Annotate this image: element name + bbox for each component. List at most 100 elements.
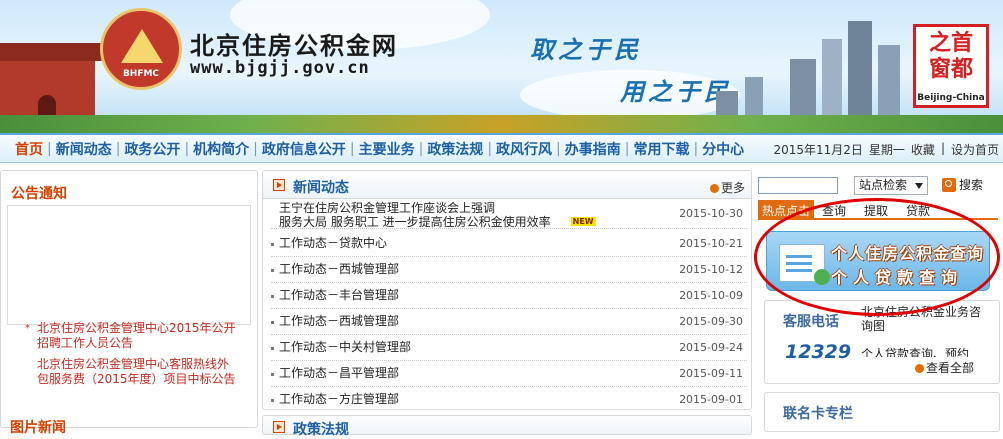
news-date: 2015-10-12 [679,263,743,276]
news-item[interactable]: 工作动态－丰台管理部 2015-10-09 [271,283,747,309]
news-item[interactable]: 工作动态－昌平管理部 2015-09-11 [271,361,747,387]
nav-right: 2015年11月2日 星期一 收藏 | 设为首页 [773,141,999,158]
tab-query[interactable]: 查询 [822,202,846,219]
building-illustration [848,21,872,121]
badge-subtitle: Beijing-China [917,93,985,103]
badge-title-2: 窗都 [928,57,973,82]
news-item[interactable]: 工作动态－贷款中心 2015-10-21 [271,231,747,257]
service-number: 12329 [785,341,852,363]
tab-hot[interactable]: 热点点击 [758,200,815,220]
notice-item[interactable]: * 北京住房公积金管理中心客服热线外包服务费（2015年度）项目中标公告 [37,357,237,395]
chevron-down-icon [915,183,923,189]
service-panel: 客服电话 12329 北京住房公积金业务咨询图 个人贷款查询、预约 查看全部 [764,300,1000,384]
bookmark-link[interactable]: 收藏 [911,141,935,158]
notice-text: 北京住房公积金管理中心2015年公开招聘工作人员公告 [37,321,236,350]
nav-item-10[interactable]: 分中心 [699,139,747,159]
bhfmc-logo: BHFMC [100,8,182,90]
news-item[interactable]: 工作动态－西城管理部 2015-10-12 [271,257,747,283]
nav-divider: | [253,140,258,157]
nav-divider: | [184,140,190,157]
nav-item-7[interactable]: 政风行风 [493,139,555,159]
cobrand-card-title: 联名卡专栏 [783,406,853,422]
service-text-2[interactable]: 个人贷款查询、预约 [861,345,991,357]
photo-news-title: 图片新闻 [10,420,66,436]
nav-divider: | [693,140,699,157]
news-date: 2015-09-01 [679,393,743,406]
nav-divider: | [556,140,561,157]
nav-item-5[interactable]: 主要业务 [356,139,418,159]
news-item[interactable]: 工作动态－西城管理部 2015-09-30 [271,309,747,335]
nav-item-3[interactable]: 机构简介 [190,139,252,159]
set-home-link[interactable]: 设为首页 [951,141,999,158]
query-banner-line2: 个人贷款查询 [831,268,964,287]
news-date: 2015-09-11 [679,367,743,380]
news-date: 2015-09-24 [679,341,743,354]
nav-divider: | [487,140,493,157]
more-label: 更多 [720,181,745,195]
bullet-star-icon: * [25,323,30,334]
cobrand-card-panel: 联名卡专栏 [764,392,1000,432]
capital-window-badge[interactable]: 之首 窗都 Beijing-China [913,24,989,108]
logo-abbr: BHFMC [122,69,160,79]
notice-item[interactable]: * 北京住房公积金管理中心2015年公开招聘工作人员公告 [25,321,237,351]
bullet-dot-icon [271,243,274,246]
news-date: 2015-09-30 [679,315,743,328]
current-date: 2015年11月2日 [773,143,863,157]
news-date: 2015-10-09 [679,289,743,302]
search-button[interactable]: 搜索 [942,176,994,195]
view-all-link[interactable]: 查看全部 [915,359,974,376]
news-title-text: 服务大局 服务职工 进一步提高住房公积金使用效率 [279,215,551,229]
hot-tabs: 热点点击 查询 提取 贷款 [758,200,998,220]
nav-divider: | [624,140,630,157]
site-search-input[interactable] [758,177,838,194]
nav-item-6[interactable]: 政策法规 [424,139,486,159]
nav-item-2[interactable]: 政务公开 [121,139,183,159]
slogan-1: 取之于民 [530,35,642,64]
policy-title: 政策法规 [293,422,349,438]
news-item[interactable]: 工作动态－中关村管理部 2015-09-24 [271,335,747,361]
nav-item-4[interactable]: 政府信息公开 [259,139,349,159]
logo-emblem-icon [121,29,163,63]
search-scope-value: 站点检索 [859,178,908,192]
bullet-dot-icon [271,321,274,324]
more-arrow-icon [915,364,924,373]
site-url: www.bjgjj.gov.cn [190,58,370,78]
building-illustration [790,59,816,121]
query-banner-line1: 个人住房公积金查询 [831,244,985,263]
tab-withdraw[interactable]: 提取 [864,202,888,219]
nav-item-0[interactable]: 首页 [12,139,46,159]
news-item[interactable]: 王宁在住房公积金管理工作座谈会上强调 服务大局 服务职工 进一步提高住房公积金使… [271,201,747,229]
nav-item-9[interactable]: 常用下载 [630,139,692,159]
nav-item-1[interactable]: 新闻动态 [53,139,115,159]
news-title: 工作动态－丰台管理部 [279,288,400,302]
building-illustration [878,45,900,121]
bullet-dot-icon [271,399,274,402]
section-arrow-icon [273,421,285,433]
news-more-link[interactable]: 更多 [709,179,745,196]
notice-title: 公告通知 [11,186,67,202]
news-title: 工作动态－方庄管理部 [279,392,400,406]
news-title: 新闻动态 [293,180,349,196]
search-button-label: 搜索 [959,178,984,192]
news-title: 工作动态－西城管理部 [279,314,400,328]
news-panel: 新闻动态 更多 王宁在住房公积金管理工作座谈会上强调 服务大局 服务职工 进一步… [262,170,752,410]
flowerbed-decoration [0,115,1003,133]
nav-divider: | [418,140,424,157]
news-title: 工作动态－昌平管理部 [279,366,400,380]
service-text-1[interactable]: 北京住房公积金业务咨询图 [861,305,991,333]
query-chart-icon [779,244,830,285]
notice-text: 北京住房公积金管理中心客服热线外包服务费（2015年度）项目中标公告 [37,357,236,386]
search-scope-select[interactable]: 站点检索 [854,176,928,195]
bullet-dot-icon [271,347,274,350]
news-title-line2: 服务大局 服务职工 进一步提高住房公积金使用效率 NEW [279,214,596,230]
gate-roof [0,43,105,61]
bullet-dot-icon [271,295,274,298]
news-title: 工作动态－西城管理部 [279,262,400,276]
tab-loan[interactable]: 贷款 [906,202,930,219]
more-arrow-icon [709,184,719,193]
new-badge: NEW [570,217,596,226]
badge-title-1: 之首 [928,31,973,56]
nav-item-8[interactable]: 办事指南 [562,139,624,159]
personal-query-button[interactable]: 个人住房公积金查询 个人贷款查询 [766,231,990,291]
news-item[interactable]: 工作动态－方庄管理部 2015-09-01 [271,387,747,409]
